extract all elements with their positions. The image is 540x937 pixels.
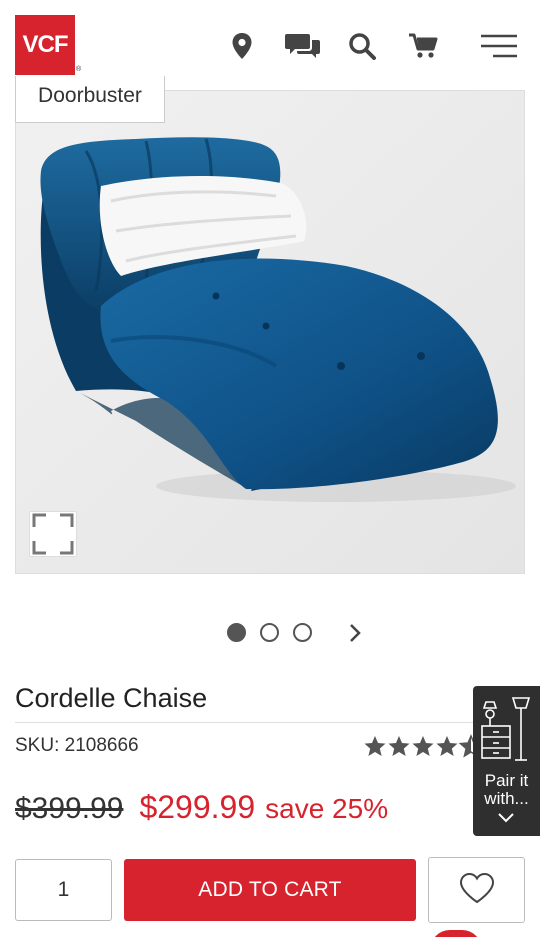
sale-price: $299.99 — [139, 789, 256, 825]
expand-icon[interactable] — [29, 511, 77, 557]
carousel-pagination — [0, 622, 540, 644]
original-price: $399.99 — [15, 792, 124, 825]
search-icon[interactable] — [344, 28, 380, 64]
wishlist-button[interactable] — [428, 857, 525, 923]
heart-icon — [459, 872, 495, 909]
floating-action-button[interactable] — [430, 930, 482, 937]
divider — [15, 722, 525, 723]
star-icon — [412, 736, 434, 756]
carousel-dot-3[interactable] — [293, 623, 312, 642]
menu-icon[interactable] — [478, 28, 520, 64]
star-icon — [364, 736, 386, 756]
star-icon — [388, 736, 410, 756]
chevron-right-icon[interactable] — [346, 622, 364, 644]
product-title: Cordelle Chaise — [15, 683, 208, 713]
chat-icon[interactable] — [283, 28, 323, 64]
pair-label-line1: Pair it — [484, 771, 529, 790]
site-header: VCF ® — [0, 0, 540, 88]
carousel-dot-2[interactable] — [260, 623, 279, 642]
add-to-cart-button[interactable]: ADD TO CART — [124, 859, 416, 921]
product-sku: SKU: 2108666 — [15, 735, 139, 756]
doorbuster-badge: Doorbuster — [15, 76, 165, 123]
quantity-input[interactable]: 1 — [15, 859, 112, 921]
star-icon — [436, 736, 458, 756]
logo-text: VCF — [22, 31, 69, 58]
vcf-logo[interactable]: VCF — [15, 15, 75, 75]
chevron-down-icon — [497, 811, 515, 829]
rating-stars[interactable] — [364, 734, 484, 758]
cart-icon[interactable] — [405, 28, 441, 64]
pair-label: Pair it with... — [473, 772, 540, 808]
pair-it-with-widget[interactable]: Pair it with... — [473, 686, 540, 836]
location-pin-icon[interactable] — [224, 28, 260, 64]
product-image[interactable] — [15, 90, 525, 574]
pair-label-line2: with... — [484, 789, 529, 808]
registered-mark: ® — [76, 66, 82, 73]
furniture-icon — [479, 696, 535, 769]
savings-text: save 25% — [265, 793, 389, 824]
price-row: $399.99 $299.99 save 25% — [15, 789, 388, 826]
chaise-illustration — [16, 91, 524, 573]
carousel-dot-1[interactable] — [227, 623, 246, 642]
